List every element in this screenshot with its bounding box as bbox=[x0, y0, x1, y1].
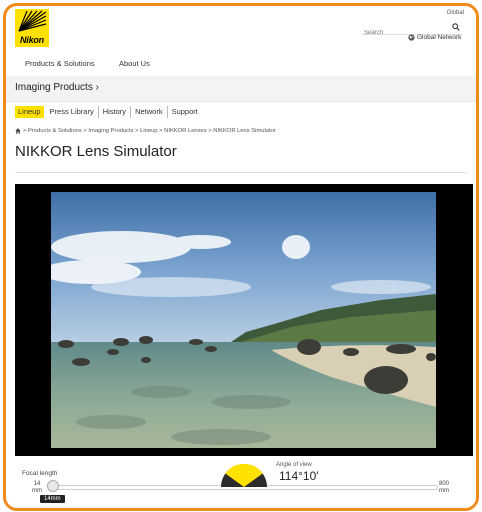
subnav-support[interactable]: Support bbox=[166, 106, 202, 118]
home-icon[interactable] bbox=[15, 128, 21, 134]
browser-frame: Nikon Global Global Network Products & S… bbox=[3, 3, 479, 511]
nikon-logo[interactable]: Nikon bbox=[15, 9, 49, 47]
focal-length-slider-handle[interactable] bbox=[47, 480, 59, 492]
subnav-network[interactable]: Network bbox=[130, 106, 167, 118]
sub-nav: Lineup Press Library History Network Sup… bbox=[15, 105, 202, 119]
sample-photo-coastal-scene bbox=[51, 192, 436, 448]
chevron-right-icon: › bbox=[95, 82, 99, 93]
angle-gauge-icon bbox=[221, 464, 267, 487]
subnav-lineup[interactable]: Lineup bbox=[15, 106, 44, 118]
title-divider bbox=[15, 172, 467, 173]
subnav-press-library[interactable]: Press Library bbox=[46, 106, 98, 118]
globe-icon bbox=[408, 34, 415, 41]
top-nav: Products & Solutions About Us bbox=[6, 54, 476, 77]
focal-min-label: 14 mm bbox=[32, 481, 42, 494]
section-bar: Imaging Products › bbox=[6, 76, 476, 102]
page-title: NIKKOR Lens Simulator bbox=[15, 143, 177, 160]
breadcrumb: > Products & Solutions > Imaging Product… bbox=[15, 128, 276, 134]
search-icon[interactable] bbox=[452, 23, 460, 31]
nav-about-us[interactable]: About Us bbox=[119, 59, 150, 68]
lens-simulator-viewport bbox=[15, 184, 473, 456]
focal-length-label: Focal length bbox=[22, 470, 58, 477]
global-network-link[interactable]: Global Network bbox=[408, 34, 461, 41]
subnav-history[interactable]: History bbox=[97, 106, 130, 118]
focal-length-value: 14mm bbox=[40, 495, 65, 503]
nav-products-solutions[interactable]: Products & Solutions bbox=[25, 59, 95, 68]
search-box[interactable] bbox=[362, 21, 462, 36]
logo-wordmark: Nikon bbox=[19, 35, 44, 45]
angle-of-view-label: Angle of view bbox=[276, 462, 312, 468]
global-network-label: Global Network bbox=[417, 34, 462, 41]
section-title[interactable]: Imaging Products › bbox=[15, 82, 99, 93]
logo-rays-icon bbox=[18, 10, 47, 32]
global-label[interactable]: Global bbox=[447, 10, 464, 16]
focal-max-label: 800 mm bbox=[439, 481, 450, 494]
section-title-text: Imaging Products bbox=[15, 82, 93, 93]
breadcrumb-trail[interactable]: > Products & Solutions > Imaging Product… bbox=[23, 128, 276, 134]
angle-of-view-value: 114°10′ bbox=[279, 469, 319, 483]
simulator-controls: Focal length 14 mm 800 mm 14mm Angle of vi… bbox=[6, 456, 476, 508]
